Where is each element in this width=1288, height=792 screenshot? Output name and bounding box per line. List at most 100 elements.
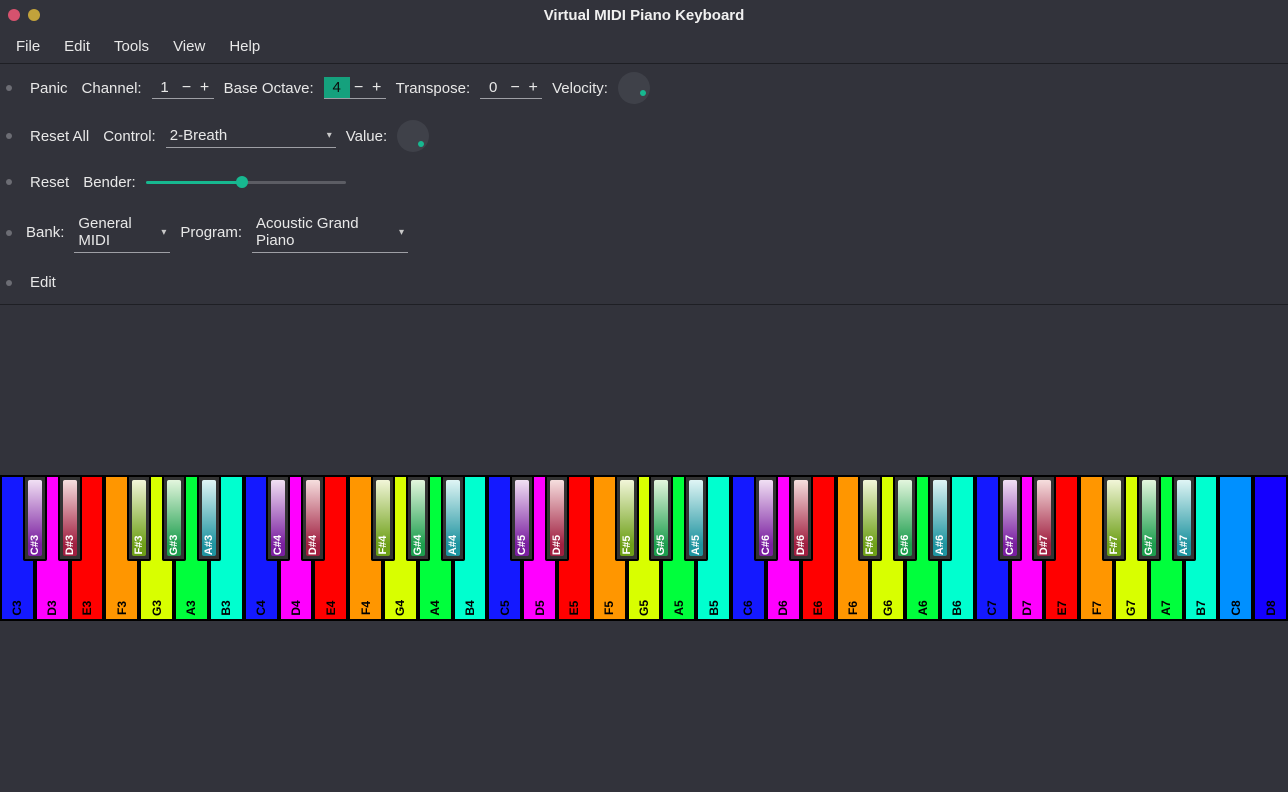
- row-handle-icon: [6, 230, 12, 236]
- piano-black-key[interactable]: F#7: [1102, 475, 1126, 561]
- key-label: E6: [811, 601, 825, 616]
- channel-decrement[interactable]: −: [178, 79, 196, 97]
- transpose-spinner[interactable]: 0 − +: [480, 77, 542, 99]
- piano-black-key[interactable]: D#3: [58, 475, 82, 561]
- piano-black-key[interactable]: C#3: [23, 475, 47, 561]
- control-select[interactable]: 2-Breath ▾: [166, 124, 336, 148]
- menu-tools[interactable]: Tools: [104, 34, 159, 59]
- base-octave-value[interactable]: 4: [324, 77, 350, 98]
- channel-increment[interactable]: +: [196, 79, 214, 97]
- bank-select[interactable]: General MIDI ▾: [74, 212, 170, 253]
- edit-button[interactable]: Edit: [26, 272, 60, 293]
- value-label: Value:: [346, 128, 387, 145]
- piano-black-key[interactable]: D#5: [545, 475, 569, 561]
- menu-help[interactable]: Help: [219, 34, 270, 59]
- key-label: D#6: [795, 535, 807, 555]
- key-label: G#7: [1143, 535, 1155, 556]
- key-label: E4: [324, 601, 338, 616]
- titlebar: Virtual MIDI Piano Keyboard: [0, 0, 1288, 30]
- key-label: D6: [776, 600, 790, 615]
- toolbar-row-4: Bank: General MIDI ▾ Program: Acoustic G…: [0, 204, 1288, 261]
- chevron-down-icon: ▾: [399, 227, 404, 238]
- menu-edit[interactable]: Edit: [54, 34, 100, 59]
- key-label: C#3: [29, 535, 41, 555]
- velocity-knob[interactable]: [618, 72, 650, 104]
- toolbar-row-3: Reset Bender:: [0, 160, 1288, 204]
- key-label: C8: [1229, 600, 1243, 615]
- piano-area: C3D3E3F3G3A3B3C4D4E4F4G4A4B4C5D5E5F5G5A5…: [0, 305, 1288, 769]
- channel-spinner[interactable]: 1 − +: [152, 77, 214, 99]
- key-label: A#7: [1178, 535, 1190, 555]
- panic-button[interactable]: Panic: [26, 78, 72, 99]
- key-label: D#3: [64, 535, 76, 555]
- menu-file[interactable]: File: [6, 34, 50, 59]
- reset-all-button[interactable]: Reset All: [26, 126, 93, 147]
- base-octave-increment[interactable]: +: [368, 79, 386, 97]
- piano-black-key[interactable]: A#5: [684, 475, 708, 561]
- piano-black-key[interactable]: D#6: [789, 475, 813, 561]
- piano-black-key[interactable]: G#5: [649, 475, 673, 561]
- piano-black-key[interactable]: C#6: [754, 475, 778, 561]
- key-label: A#3: [203, 535, 215, 555]
- channel-value[interactable]: 1: [152, 77, 178, 98]
- key-label: B4: [463, 600, 477, 615]
- piano-black-key[interactable]: G#7: [1137, 475, 1161, 561]
- key-label: A#4: [447, 535, 459, 555]
- piano-black-key[interactable]: C#5: [510, 475, 534, 561]
- key-label: G#5: [655, 535, 667, 556]
- window-title: Virtual MIDI Piano Keyboard: [0, 7, 1288, 24]
- piano-black-key[interactable]: F#4: [371, 475, 395, 561]
- piano-black-key[interactable]: F#5: [615, 475, 639, 561]
- key-label: C#7: [1004, 535, 1016, 555]
- key-label: D#7: [1038, 535, 1050, 555]
- key-label: A#6: [934, 535, 946, 555]
- base-octave-label: Base Octave:: [224, 80, 314, 97]
- key-label: F3: [115, 601, 129, 615]
- key-label: C6: [741, 600, 755, 615]
- toolbar-row-1: Panic Channel: 1 − + Base Octave: 4 − + …: [0, 64, 1288, 112]
- control-label: Control:: [103, 128, 156, 145]
- value-knob[interactable]: [397, 120, 429, 152]
- transpose-decrement[interactable]: −: [506, 79, 524, 97]
- row-handle-icon: [6, 280, 12, 286]
- base-octave-spinner[interactable]: 4 − +: [324, 77, 386, 99]
- piano-black-key[interactable]: C#7: [998, 475, 1022, 561]
- piano-black-key[interactable]: G#6: [893, 475, 917, 561]
- transpose-label: Transpose:: [396, 80, 470, 97]
- program-select[interactable]: Acoustic Grand Piano ▾: [252, 212, 408, 253]
- piano-black-key[interactable]: A#6: [928, 475, 952, 561]
- piano-black-key[interactable]: D#4: [301, 475, 325, 561]
- piano-black-key[interactable]: A#3: [197, 475, 221, 561]
- key-label: F#5: [621, 536, 633, 555]
- toolbars: Panic Channel: 1 − + Base Octave: 4 − + …: [0, 64, 1288, 305]
- key-label: D3: [45, 600, 59, 615]
- piano-black-key[interactable]: D#7: [1032, 475, 1056, 561]
- key-label: C3: [10, 600, 24, 615]
- key-label: G#6: [899, 535, 911, 556]
- key-label: F#3: [133, 536, 145, 555]
- piano-black-key[interactable]: G#3: [162, 475, 186, 561]
- piano-black-key[interactable]: C#4: [266, 475, 290, 561]
- piano-white-key[interactable]: C8: [1218, 475, 1253, 621]
- key-label: B5: [707, 600, 721, 615]
- transpose-increment[interactable]: +: [524, 79, 542, 97]
- transpose-value[interactable]: 0: [480, 77, 506, 98]
- velocity-label: Velocity:: [552, 80, 608, 97]
- chevron-down-icon: ▾: [327, 130, 332, 141]
- bank-select-value: General MIDI: [78, 215, 151, 249]
- piano-black-key[interactable]: A#4: [441, 475, 465, 561]
- piano-black-key[interactable]: F#3: [127, 475, 151, 561]
- piano-black-key[interactable]: F#6: [858, 475, 882, 561]
- piano-white-key[interactable]: D8: [1253, 475, 1288, 621]
- key-label: B7: [1194, 600, 1208, 615]
- bender-slider[interactable]: [146, 173, 346, 191]
- key-label: G4: [393, 600, 407, 616]
- piano-black-key[interactable]: G#4: [406, 475, 430, 561]
- row-handle-icon: [6, 179, 12, 185]
- reset-button[interactable]: Reset: [26, 172, 73, 193]
- base-octave-decrement[interactable]: −: [350, 79, 368, 97]
- key-label: D7: [1020, 600, 1034, 615]
- channel-label: Channel:: [82, 80, 142, 97]
- piano-black-key[interactable]: A#7: [1172, 475, 1196, 561]
- menu-view[interactable]: View: [163, 34, 215, 59]
